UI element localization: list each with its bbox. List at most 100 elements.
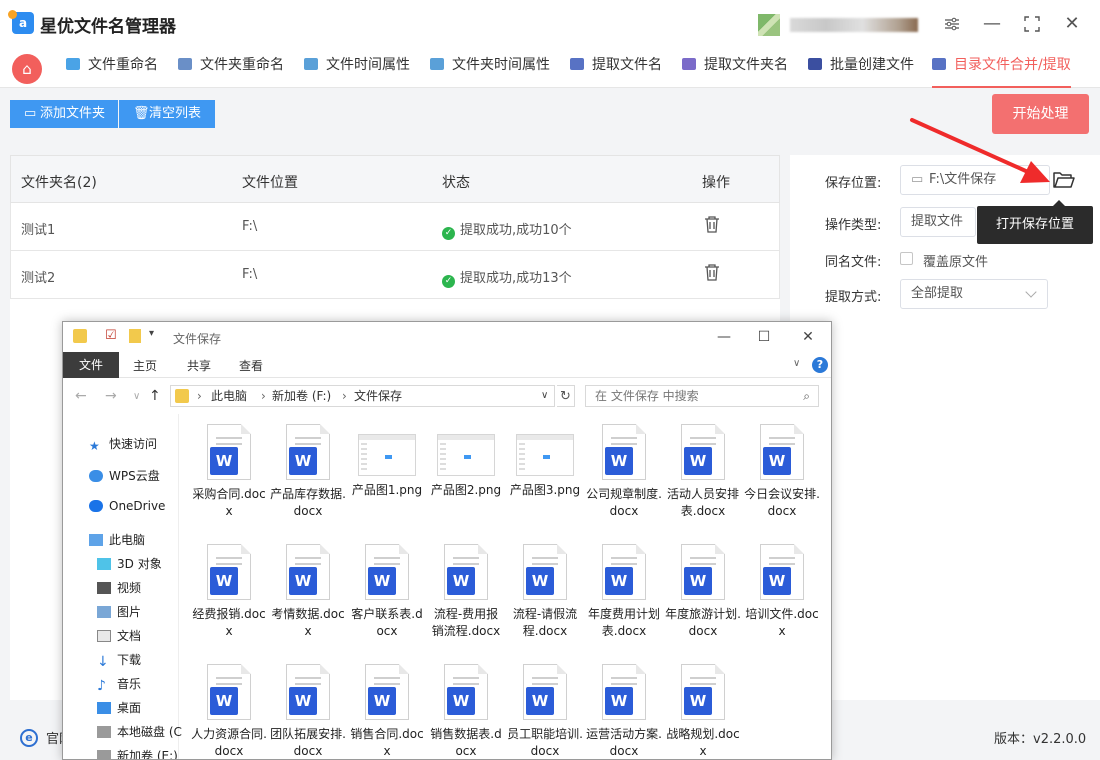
minimize-icon[interactable]: — [980,12,1004,36]
recent-dropdown-icon[interactable]: ∨ [133,391,140,402]
file-name: 销售数据表.docx [430,727,502,758]
ribbon-tab-home[interactable]: 主页 [133,357,157,374]
file-item[interactable]: W 公司规章制度.docx [586,424,662,520]
ribbon-tab-share[interactable]: 共享 [187,357,211,374]
refresh-icon[interactable]: ↻ [557,385,575,407]
home-icon[interactable]: ⌂ [12,54,42,84]
file-item[interactable]: 产品图1.png [349,424,425,499]
nav-desktop[interactable]: 桌面 [97,699,141,716]
new-folder-icon[interactable] [129,329,141,343]
properties-icon[interactable]: ☑ [105,328,117,343]
file-item[interactable]: W 今日会议安排.docx [744,424,820,520]
trash-icon: 🗑 [133,106,150,121]
tab-folder-rename[interactable]: 文件夹重命名 [178,46,284,88]
breadcrumb-drive-f[interactable]: 新加卷 (F:) [272,386,331,406]
ribbon-tab-view[interactable]: 查看 [239,357,263,374]
forward-icon[interactable]: → [105,388,117,404]
file-item[interactable]: W 年度费用计划表.docx [586,544,662,640]
file-item[interactable]: W 年度旅游计划.docx [665,544,741,640]
picture-icon [97,606,111,618]
tab-dir-merge-extract[interactable]: 目录文件合并/提取 [932,46,1071,88]
delete-icon[interactable] [704,215,720,233]
nav-drive-e[interactable]: 新加卷 (E:) [97,747,178,759]
version-label: 版本：v2.2.0.0 [994,732,1087,747]
nav-downloads[interactable]: ↓ 下载 [97,651,141,670]
tab-file-time[interactable]: 文件时间属性 [304,46,410,88]
header-location[interactable]: 文件位置 [242,172,298,192]
tab-folder-time[interactable]: 文件夹时间属性 [430,46,550,88]
nav-music[interactable]: ♪ 音乐 [97,675,141,694]
back-icon[interactable]: ← [75,388,87,404]
up-icon[interactable]: ↑ [149,388,161,404]
table-row[interactable]: 测试1 F:\ ✓ 提取成功,成功10个 [10,203,780,251]
nav-3d-objects[interactable]: 3D 对象 [97,555,162,572]
avatar[interactable] [758,14,780,36]
file-item[interactable]: W 考情数据.docx [270,544,346,640]
file-item[interactable]: W 活动人员安排表.docx [665,424,741,520]
explorer-titlebar: ☑ ▾ 文件保存 — ☐ ✕ [63,322,831,352]
extract-mode-select[interactable]: 全部提取 [900,279,1048,309]
delete-icon[interactable] [704,263,720,281]
add-folder-button[interactable]: ▭ 添加文件夹 [10,100,118,128]
user-info[interactable] [790,18,918,32]
address-bar[interactable]: › 此电脑 › 新加卷 (F:) › 文件保存 ∨ [170,385,555,407]
settings-icon[interactable] [940,12,964,36]
minimize-icon[interactable]: — [713,326,735,348]
nav-pictures[interactable]: 图片 [97,603,141,620]
nav-videos[interactable]: 视频 [97,579,141,596]
help-icon[interactable]: ? [812,357,828,373]
file-item[interactable]: W 经费报销.docx [191,544,267,640]
file-item[interactable]: W 客户联系表.docx [349,544,425,640]
word-document-icon: W [523,544,567,600]
file-item[interactable]: W 培训文件.docx [744,544,820,640]
breadcrumb-this-pc[interactable]: 此电脑 [211,386,247,406]
nav-documents[interactable]: 文档 [97,627,141,644]
word-document-icon: W [760,424,804,480]
overwrite-checkbox[interactable] [900,252,913,265]
nav-quick-access[interactable]: ★ 快速访问 [89,435,157,453]
file-item[interactable]: W 流程-费用报销流程.docx [428,544,504,640]
tab-file-rename[interactable]: 文件重命名 [66,46,158,88]
nav-onedrive[interactable]: OneDrive [89,499,165,513]
close-icon[interactable]: ✕ [797,326,819,348]
document-icon [97,630,111,642]
duplicate-file-label: 同名文件: [825,255,882,270]
nav-wps-cloud[interactable]: WPS云盘 [89,467,160,484]
operation-type-label: 操作类型: [825,218,882,233]
clear-list-button[interactable]: 🗑 清空列表 [119,100,215,128]
file-item[interactable]: W 销售合同.docx [349,664,425,759]
ribbon-tab-file[interactable]: 文件 [63,352,119,378]
file-item[interactable]: W 采购合同.docx [191,424,267,520]
file-item[interactable]: W 流程-请假流程.docx [507,544,583,640]
nav-local-disk-c[interactable]: 本地磁盘 (C [97,723,182,740]
file-item[interactable]: W 员工职能培训.docx [507,664,583,759]
maximize-icon[interactable] [1020,12,1044,36]
file-item[interactable]: W 战略规划.docx [665,664,741,759]
website-icon[interactable]: e [20,729,38,747]
quick-access-dropdown-icon[interactable]: ▾ [149,328,154,339]
table-row[interactable]: 测试2 F:\ ✓ 提取成功,成功13个 [10,251,780,299]
close-icon[interactable]: ✕ [1060,12,1084,36]
file-item[interactable]: W 运营活动方案.docx [586,664,662,759]
maximize-icon[interactable]: ☐ [753,326,775,348]
arrow-annotation [910,118,1050,183]
file-rename-icon [66,58,80,70]
file-item[interactable]: W 团队拓展安排.docx [270,664,346,759]
nav-this-pc[interactable]: 此电脑 [89,531,145,548]
search-input[interactable]: 在 文件保存 中搜索 ⌕ [585,385,819,407]
folder-icon [175,389,189,403]
tab-extract-foldername[interactable]: 提取文件夹名 [682,46,788,88]
address-dropdown-icon[interactable]: ∨ [541,386,548,406]
breadcrumb-current-folder[interactable]: 文件保存 [354,386,402,406]
tab-batch-create[interactable]: 批量创建文件 [808,46,914,88]
operation-type-select[interactable]: 提取文件 [900,207,976,237]
file-item[interactable]: 产品图3.png [507,424,583,499]
chevron-down-icon[interactable]: ∨ [793,358,800,369]
file-item[interactable]: 产品图2.png [428,424,504,499]
tab-extract-filename[interactable]: 提取文件名 [570,46,662,88]
header-folder-name[interactable]: 文件夹名(2) [21,172,97,192]
header-status[interactable]: 状态 [442,172,470,192]
file-item[interactable]: W 销售数据表.docx [428,664,504,759]
file-item[interactable]: W 人力资源合同.docx [191,664,267,759]
file-item[interactable]: W 产品库存数据.docx [270,424,346,520]
